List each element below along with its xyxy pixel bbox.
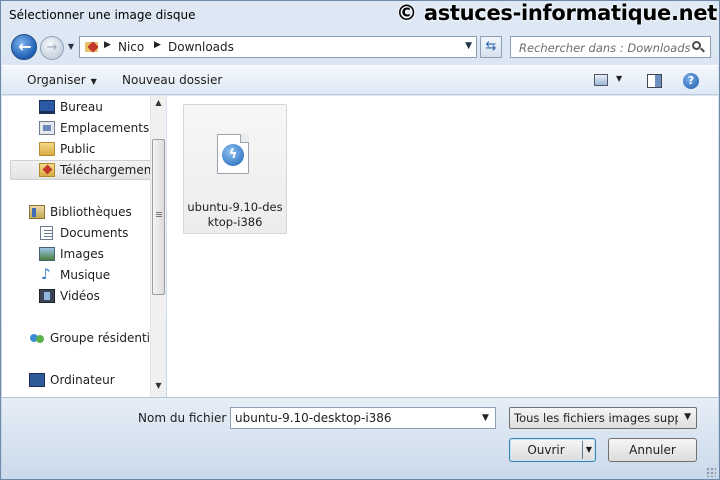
- disc-image-file-icon: ϟ: [217, 134, 249, 174]
- change-view-icon[interactable]: [594, 74, 608, 86]
- watermark: © astuces-informatique.net: [396, 1, 717, 25]
- scroll-up-icon[interactable]: ▲: [151, 98, 166, 112]
- images-icon: [39, 247, 55, 261]
- open-dropdown-icon[interactable]: ▼: [586, 439, 592, 461]
- open-label: Ouvrir: [527, 443, 565, 457]
- forward-arrow-icon: →: [46, 40, 58, 55]
- cancel-button[interactable]: Annuler: [608, 438, 697, 462]
- file-type-select[interactable]: Tous les fichiers images supportés ▼: [509, 407, 697, 429]
- search-icon[interactable]: [690, 39, 706, 55]
- file-list: ϟ ubuntu-9.10-desktop-i386: [167, 96, 718, 397]
- downloads-folder-icon: [39, 163, 55, 177]
- help-icon[interactable]: ?: [683, 73, 699, 89]
- sidebar-item-images[interactable]: Images: [2, 244, 150, 264]
- sidebar-item-downloads[interactable]: Téléchargements: [10, 160, 151, 180]
- sidebar-item-computer[interactable]: Ordinateur: [2, 370, 150, 390]
- refresh-icon: ⇆: [485, 39, 497, 54]
- desktop-icon: [39, 100, 55, 114]
- address-dropdown-icon[interactable]: ▼: [465, 41, 472, 51]
- breadcrumb-separator-icon[interactable]: ▶: [154, 40, 161, 50]
- sidebar-item-label: Emplacements récents: [60, 121, 150, 135]
- navigation-bar: ← → ▼ ▶ Nico ▶ Downloads ▼ ⇆ Rechercher …: [1, 31, 719, 63]
- sidebar-item-homegroup[interactable]: Groupe résidentiel: [2, 328, 150, 348]
- open-file-dialog: Sélectionner une image disque © astuces-…: [0, 0, 720, 480]
- downloads-folder-icon: [84, 40, 100, 54]
- chevron-down-icon: ▼: [90, 77, 97, 86]
- file-item[interactable]: ϟ ubuntu-9.10-desktop-i386: [183, 104, 287, 234]
- filename-label: Nom du fichier :: [138, 411, 235, 425]
- forward-button[interactable]: →: [40, 36, 64, 60]
- sidebar-item-bureau[interactable]: Bureau: [2, 97, 150, 117]
- breadcrumb-item-downloads[interactable]: Downloads: [168, 40, 234, 54]
- sidebar-item-label: Téléchargements: [60, 163, 151, 177]
- lightning-icon: ϟ: [222, 144, 244, 166]
- sidebar-item-documents[interactable]: Documents: [2, 223, 150, 243]
- sidebar-item-videos[interactable]: Vidéos: [2, 286, 150, 306]
- sidebar-item-label: Bureau: [60, 100, 103, 114]
- address-bar[interactable]: ▶ Nico ▶ Downloads ▼: [79, 36, 477, 58]
- organize-label: Organiser: [27, 73, 86, 87]
- scrollbar-thumb[interactable]: [152, 139, 165, 295]
- filename-dropdown-icon[interactable]: ▼: [482, 413, 489, 423]
- history-dropdown-icon[interactable]: ▼: [66, 42, 76, 52]
- search-input[interactable]: Rechercher dans : Downloads: [510, 36, 711, 58]
- sidebar-item-label: Groupe résidentiel: [50, 331, 150, 345]
- sidebar-item-label: Bibliothèques: [50, 205, 132, 219]
- search-placeholder: Rechercher dans : Downloads: [519, 41, 691, 55]
- title-bar: Sélectionner une image disque © astuces-…: [1, 1, 719, 31]
- file-type-value: Tous les fichiers images supportés: [514, 411, 678, 425]
- command-toolbar: Organiser ▼ Nouveau dossier ▼ ?: [2, 65, 718, 95]
- preview-pane-icon[interactable]: [647, 74, 662, 88]
- navigation-pane: Bureau Emplacements récents Public Téléc…: [2, 96, 166, 397]
- sidebar-item-label: Musique: [60, 268, 111, 282]
- refresh-button[interactable]: ⇆: [480, 36, 502, 58]
- documents-icon: [40, 226, 53, 240]
- folder-icon: [39, 142, 55, 156]
- breadcrumb-separator-icon[interactable]: ▶: [104, 40, 111, 50]
- videos-icon: [39, 289, 55, 303]
- view-dropdown-icon[interactable]: ▼: [616, 74, 622, 83]
- open-button[interactable]: Ouvrir ▼: [509, 438, 596, 462]
- resize-grip-icon[interactable]: [706, 467, 716, 477]
- music-icon: [39, 265, 55, 283]
- filename-input[interactable]: ubuntu-9.10-desktop-i386: [230, 407, 496, 429]
- file-name: ubuntu-9.10-desktop-i386: [187, 200, 283, 229]
- scroll-down-icon[interactable]: ▼: [151, 381, 166, 395]
- breadcrumb-item-nico[interactable]: Nico: [118, 40, 144, 54]
- sidebar-item-label: Vidéos: [60, 289, 100, 303]
- sidebar-item-label: Public: [60, 142, 96, 156]
- organize-button[interactable]: Organiser ▼: [27, 73, 97, 87]
- sidebar-item-label: Documents: [60, 226, 129, 240]
- sidebar-item-label: Ordinateur: [50, 373, 115, 387]
- sidebar-item-music[interactable]: Musique: [2, 265, 150, 285]
- sidebar-item-public[interactable]: Public: [2, 139, 150, 159]
- sidebar-item-recent-places[interactable]: Emplacements récents: [2, 118, 150, 138]
- sidebar-item-label: Images: [60, 247, 104, 261]
- sidebar-item-libraries[interactable]: Bibliothèques: [2, 202, 150, 222]
- sidebar-scrollbar[interactable]: ▲ ▼: [150, 96, 166, 397]
- chevron-down-icon: ▼: [684, 412, 691, 422]
- window-title: Sélectionner une image disque: [9, 8, 196, 22]
- computer-icon: [29, 373, 45, 387]
- back-button[interactable]: ←: [11, 34, 37, 60]
- back-arrow-icon: ←: [18, 37, 32, 56]
- split-divider: [582, 441, 583, 459]
- homegroup-icon: [29, 331, 45, 345]
- dialog-footer: Nom du fichier : ubuntu-9.10-desktop-i38…: [2, 397, 718, 479]
- recent-places-icon: [39, 121, 55, 135]
- libraries-icon: [29, 205, 45, 219]
- new-folder-button[interactable]: Nouveau dossier: [122, 73, 222, 87]
